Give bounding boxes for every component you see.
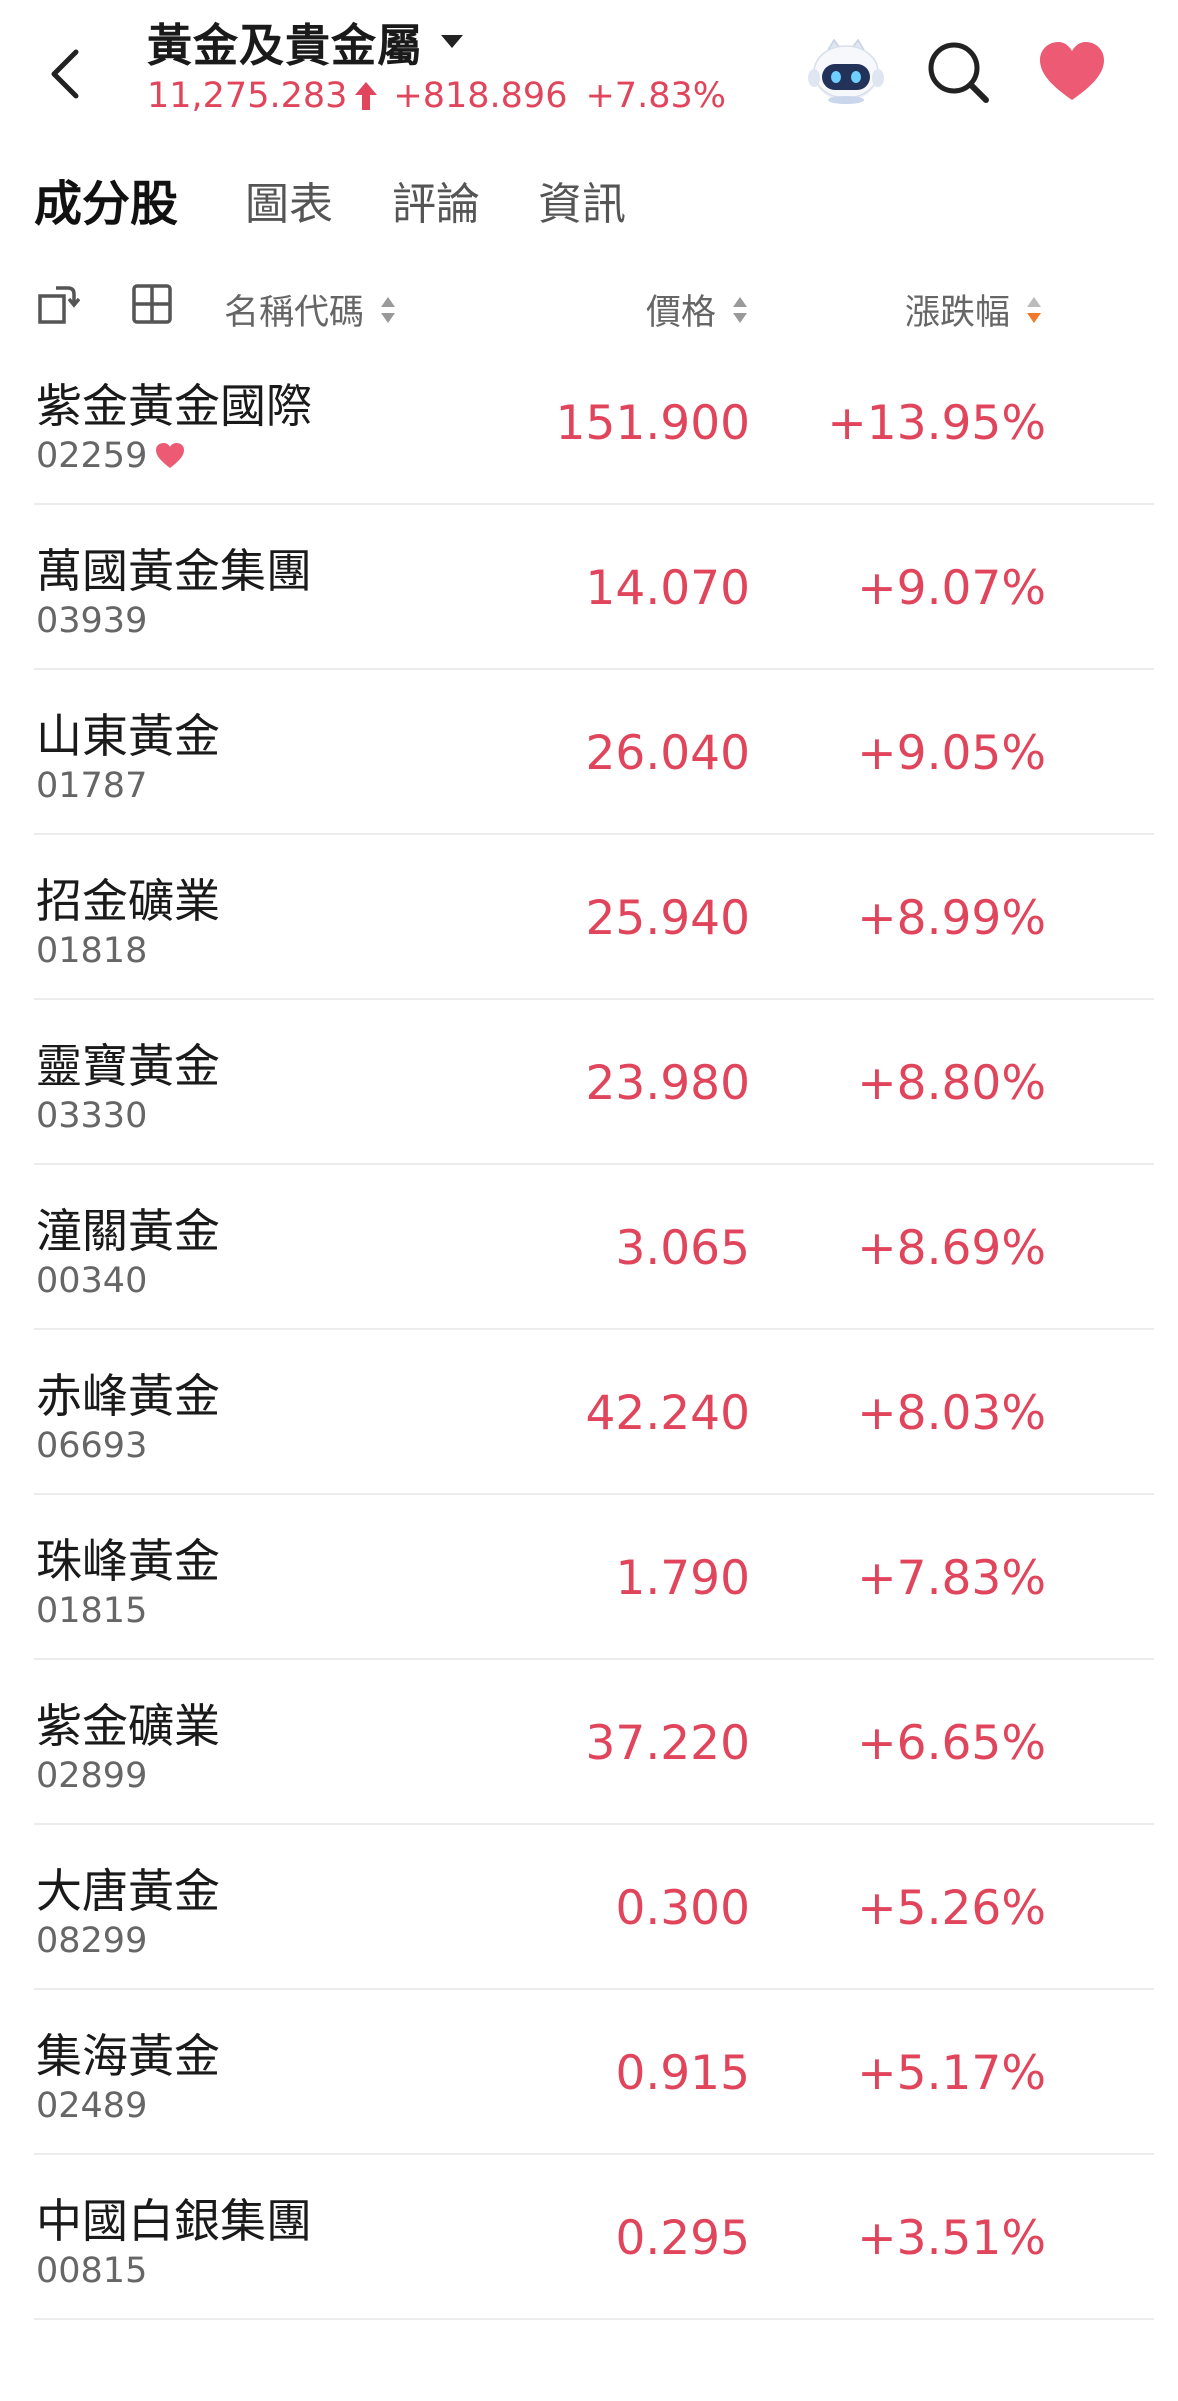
table-row[interactable]: 萬國黃金集團 03939 14.070 +9.07% (0, 505, 1178, 670)
stock-name: 山東黃金 (36, 709, 220, 763)
stock-code: 02899 (36, 1756, 148, 1796)
stock-price: 23.980 (585, 1056, 750, 1111)
stock-change: +8.99% (857, 891, 1046, 946)
favorite-button[interactable] (1038, 40, 1106, 104)
stock-name: 珠峰黃金 (36, 1534, 220, 1588)
stock-name: 萬國黃金集團 (36, 544, 312, 598)
tab-info[interactable]: 資訊 (538, 168, 626, 232)
table-row[interactable]: 集海黃金 02489 0.915 +5.17% (0, 1990, 1178, 2155)
table-row[interactable]: 赤峰黃金 06693 42.240 +8.03% (0, 1330, 1178, 1495)
column-header: 名稱代碼 價格 漲跌幅 (0, 270, 1178, 340)
stock-price: 0.295 (615, 2211, 750, 2266)
stock-change: +9.07% (857, 561, 1046, 616)
table-row[interactable]: 靈寶黃金 03330 23.980 +8.80% (0, 1000, 1178, 1165)
stock-change: +3.51% (857, 2211, 1046, 2266)
column-price-label: 價格 (646, 293, 717, 333)
stock-change: +8.69% (857, 1221, 1046, 1276)
table-row[interactable]: 潼關黃金 00340 3.065 +8.69% (0, 1165, 1178, 1330)
stock-name: 靈寶黃金 (36, 1039, 220, 1093)
stock-code: 02489 (36, 2086, 148, 2126)
table-row[interactable]: 紫金礦業 02899 37.220 +6.65% (0, 1660, 1178, 1825)
stock-code: 08299 (36, 1921, 148, 1961)
tab-chart[interactable]: 圖表 (245, 168, 333, 232)
sort-by-price[interactable]: 價格 (646, 284, 750, 335)
tab-comments[interactable]: 評論 (392, 168, 480, 232)
stock-change: +7.83% (857, 1551, 1046, 1606)
grid-view-icon[interactable] (130, 282, 174, 326)
table-row[interactable]: 大唐黃金 08299 0.300 +5.26% (0, 1825, 1178, 1990)
stock-code: 01787 (36, 766, 148, 806)
stock-code: 01815 (36, 1591, 148, 1631)
stock-change: +5.17% (857, 2046, 1046, 2101)
stock-price: 14.070 (585, 561, 750, 616)
constituent-list: 紫金黃金國際 02259 151.900 +13.95% 萬國黃金集團 0393… (0, 340, 1178, 2320)
stock-price: 42.240 (585, 1386, 750, 1441)
stock-price: 25.940 (585, 891, 750, 946)
rotate-view-icon[interactable] (36, 282, 80, 326)
stock-change: +13.95% (827, 396, 1046, 451)
stock-name: 紫金礦業 (36, 1699, 220, 1753)
back-button[interactable] (36, 38, 96, 108)
sort-desc-icon (1027, 296, 1042, 323)
stock-change: +9.05% (857, 726, 1046, 781)
chevron-down-icon (441, 34, 464, 48)
index-change: +818.896 (393, 76, 568, 116)
robot-assistant-button[interactable] (808, 36, 884, 106)
stock-name: 招金礦業 (36, 874, 220, 928)
stock-code: 00340 (36, 1261, 148, 1301)
table-row[interactable]: 招金礦業 01818 25.940 +8.99% (0, 835, 1178, 1000)
stock-price: 0.300 (615, 1881, 750, 1936)
tab-bar: 成分股 圖表 評論 資訊 (0, 158, 1178, 238)
row-divider (34, 2318, 1154, 2320)
table-row[interactable]: 中國白銀集團 00815 0.295 +3.51% (0, 2155, 1178, 2320)
stock-name: 紫金黃金國際 (36, 379, 312, 433)
tab-constituents[interactable]: 成分股 (34, 164, 178, 234)
stock-name: 集海黃金 (36, 2029, 220, 2083)
index-change-pct: +7.83% (585, 76, 726, 116)
header: 黃金及貴金屬 11,275.283 +818.896 +7.83% (0, 0, 1178, 140)
stock-price: 37.220 (585, 1716, 750, 1771)
robot-assistant-icon (808, 38, 884, 104)
stock-change: +5.26% (857, 1881, 1046, 1936)
table-row[interactable]: 紫金黃金國際 02259 151.900 +13.95% (0, 340, 1178, 505)
stock-price: 1.790 (615, 1551, 750, 1606)
stock-price: 3.065 (615, 1221, 750, 1276)
stock-code-wrap: 02259 (36, 436, 185, 476)
stock-price: 0.915 (615, 2046, 750, 2101)
page: 黃金及貴金屬 11,275.283 +818.896 +7.83% 成分股 圖表… (0, 0, 1178, 2401)
stock-name: 中國白銀集團 (36, 2194, 312, 2248)
table-row[interactable]: 珠峰黃金 01815 1.790 +7.83% (0, 1495, 1178, 1660)
stock-price: 151.900 (555, 396, 750, 451)
sort-by-change[interactable]: 漲跌幅 (905, 284, 1044, 335)
stock-code: 03330 (36, 1096, 148, 1136)
heart-icon (1040, 42, 1104, 100)
stock-price: 26.040 (585, 726, 750, 781)
up-arrow-icon (355, 82, 378, 110)
stock-name: 潼關黃金 (36, 1204, 220, 1258)
stock-name: 大唐黃金 (36, 1864, 220, 1918)
sort-icon (733, 296, 748, 323)
search-button[interactable] (924, 38, 992, 106)
stock-change: +8.80% (857, 1056, 1046, 1111)
stock-code: 06693 (36, 1426, 148, 1466)
index-price: 11,275.283 (147, 76, 348, 116)
index-selector[interactable]: 黃金及貴金屬 (147, 10, 464, 72)
stock-code: 01818 (36, 931, 148, 971)
column-change-label: 漲跌幅 (905, 293, 1011, 333)
stock-change: +8.03% (857, 1386, 1046, 1441)
index-quote: 11,275.283 +818.896 +7.83% (147, 76, 726, 116)
column-name-label: 名稱代碼 (224, 293, 365, 333)
stock-code: 03939 (36, 601, 148, 641)
sort-icon (381, 296, 396, 323)
sort-by-name[interactable]: 名稱代碼 (224, 284, 398, 335)
table-row[interactable]: 山東黃金 01787 26.040 +9.05% (0, 670, 1178, 835)
stock-code: 00815 (36, 2251, 148, 2291)
search-icon (928, 42, 989, 103)
index-title: 黃金及貴金屬 (147, 18, 424, 72)
stock-change: +6.65% (857, 1716, 1046, 1771)
favorite-heart-icon (156, 443, 185, 468)
stock-name: 赤峰黃金 (36, 1369, 220, 1423)
stock-code: 02259 (36, 436, 148, 476)
back-icon (51, 49, 79, 99)
